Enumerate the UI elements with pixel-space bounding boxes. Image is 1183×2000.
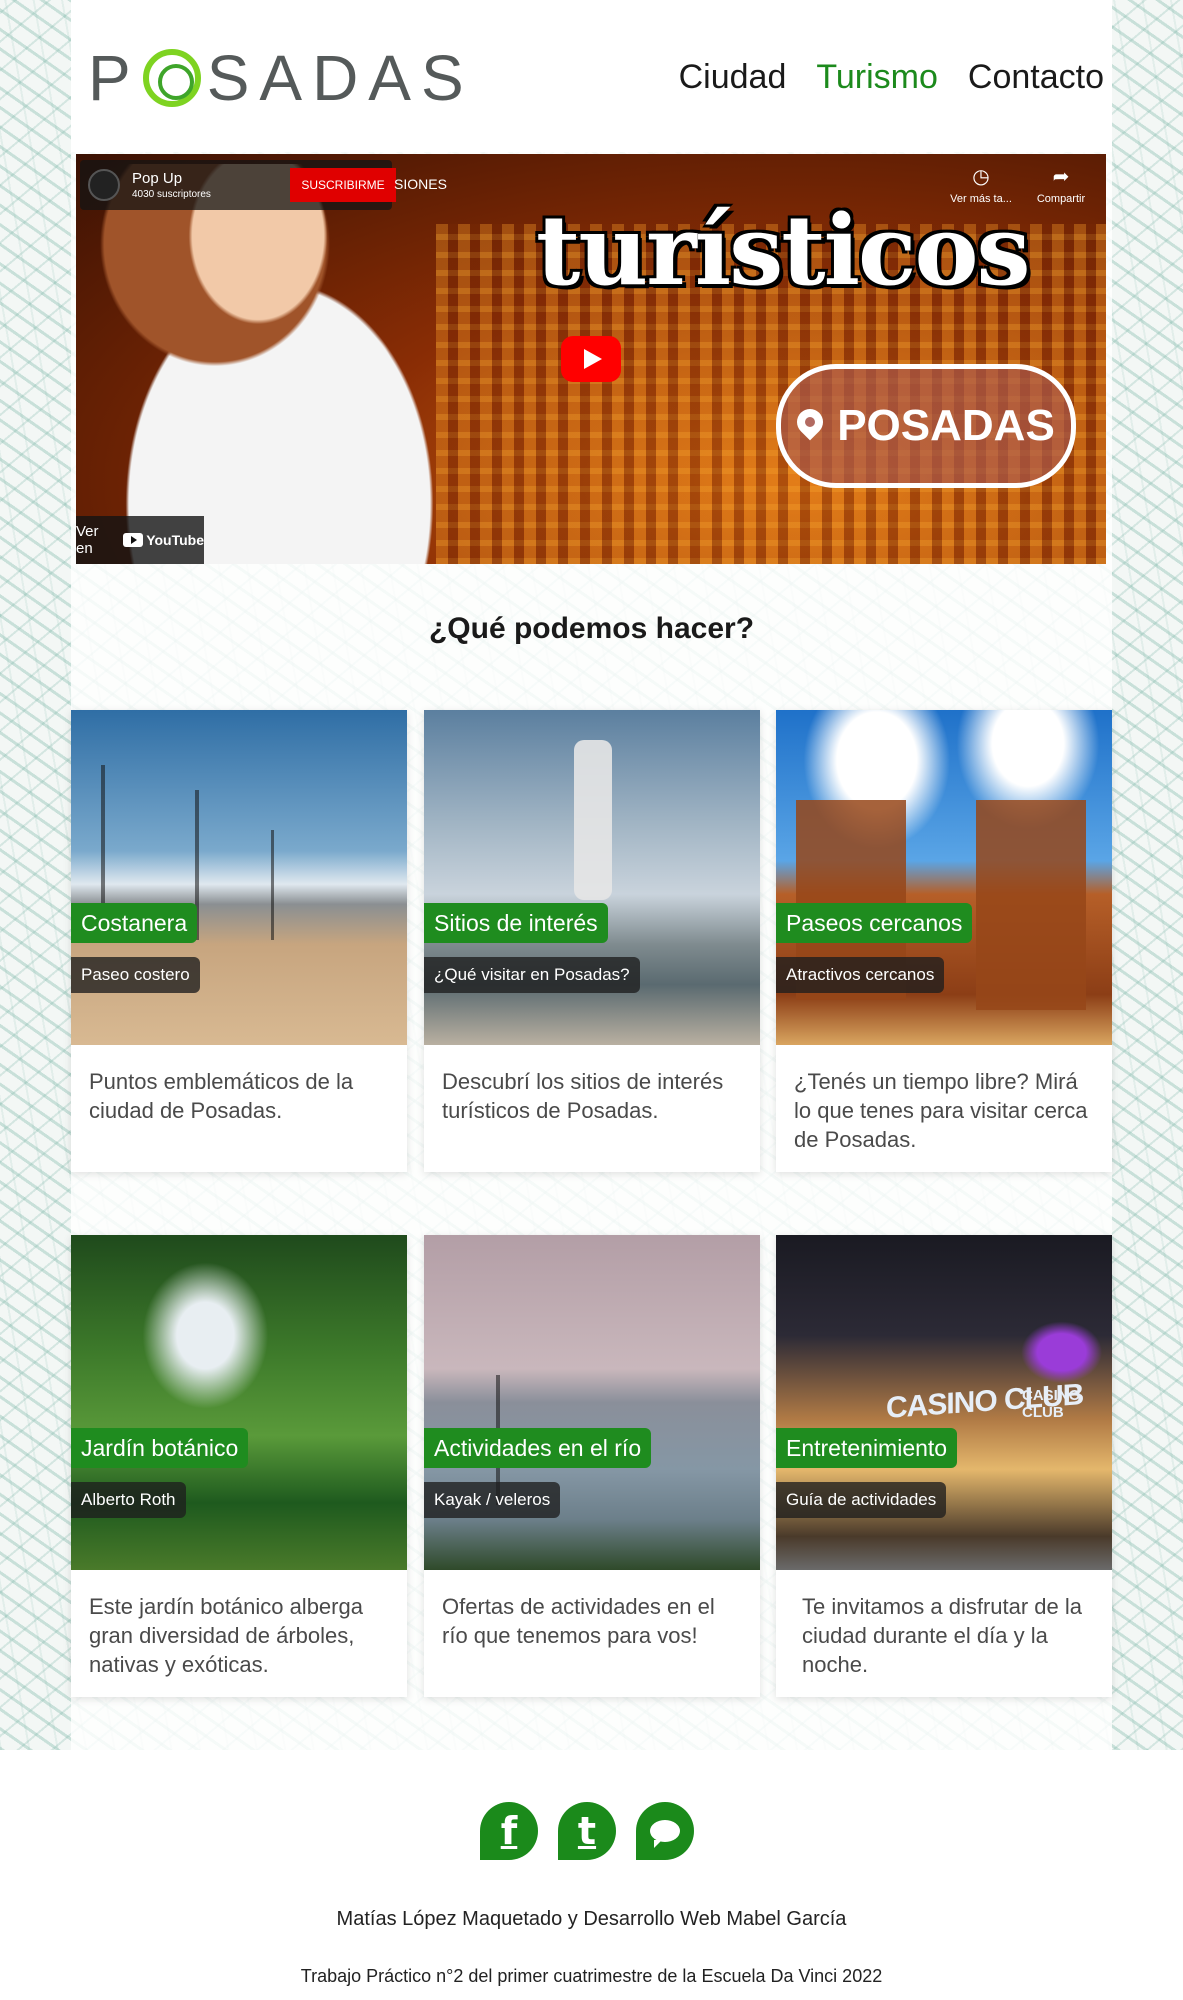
nav-item-contacto[interactable]: Contacto [968, 58, 1104, 97]
card-description: Te invitamos a disfrutar de la ciudad du… [802, 1594, 1083, 1677]
youtube-play-icon [123, 533, 144, 547]
card-subtag: Atractivos cercanos [776, 957, 945, 993]
card-description: Ofertas de actividades en el río que ten… [442, 1594, 715, 1648]
card-subtag: Alberto Roth [71, 1482, 186, 1518]
youtube-wordmark: YouTube [146, 532, 204, 548]
card-jardin-botanico[interactable]: Jardín botánico Alberto Roth Este jardín… [71, 1235, 407, 1697]
site-header: P SADAS Ciudad Turismo Contacto [71, 0, 1112, 152]
card-subtag: Guía de actividades [776, 1482, 947, 1518]
card-description: Este jardín botánico alberga gran divers… [89, 1594, 363, 1677]
card-costanera[interactable]: Costanera Paseo costero Puntos emblemáti… [71, 710, 407, 1172]
card-subtag: ¿Qué visitar en Posadas? [424, 957, 640, 993]
youtube-logo: YouTube [123, 532, 204, 548]
card-tag: Entretenimiento [776, 1428, 958, 1468]
paseos-image: Paseos cercanos Atractivos cercanos [776, 710, 1112, 1045]
card-tag: Costanera [71, 903, 198, 943]
card-description: ¿Tenés un tiempo libre? Mirá lo que tene… [794, 1069, 1088, 1152]
location-pin-icon [797, 409, 823, 443]
statue [574, 740, 612, 900]
logo-circle-icon [142, 49, 201, 107]
channel-name: Pop Up [132, 170, 183, 187]
costanera-image: Costanera Paseo costero [71, 710, 407, 1045]
nav-item-ciudad[interactable]: Ciudad [679, 58, 787, 97]
chat-bubble-icon [650, 1820, 680, 1848]
footer-note: Trabajo Práctico n°2 del primer cuatrime… [300, 1966, 883, 1986]
play-button[interactable] [561, 336, 621, 382]
section-title: ¿Qué podemos hacer? [428, 612, 755, 645]
video-presenter-image [86, 164, 516, 564]
watch-on-youtube-button[interactable]: Ver en YouTube [76, 516, 204, 564]
card-actividades-rio[interactable]: Actividades en el río Kayak / veleros Of… [424, 1235, 760, 1697]
video-location-badge: POSADAS [776, 364, 1076, 488]
card-subtag: Kayak / veleros [424, 1482, 561, 1518]
share-label: Compartir [1036, 193, 1086, 205]
video-partial-title: SIONES [394, 176, 447, 192]
casino-sign-small: CASINO CLUB [1022, 1387, 1081, 1421]
casino-image: CASINO CLUB CASINO CLUB Entretenimiento … [776, 1235, 1112, 1570]
channel-bar[interactable]: Pop Up 4030 suscriptores SUSCRIBIRME [80, 160, 396, 210]
lamp-post [271, 830, 274, 940]
footer-credits: Matías López Maquetado y Desarrollo Web … [336, 1908, 847, 1930]
share-arrow-icon: ➦ [1052, 166, 1070, 188]
twitter-icon[interactable]: t [558, 1802, 616, 1860]
subscribe-button[interactable]: SUSCRIBIRME [290, 168, 396, 202]
card-tag: Sitios de interés [424, 903, 608, 943]
main-nav: Ciudad Turismo Contacto [679, 58, 1104, 97]
watch-on-label: Ver en [76, 523, 99, 557]
logo-letter-p: P [88, 42, 141, 114]
card-entretenimiento[interactable]: CASINO CLUB CASINO CLUB Entretenimiento … [776, 1235, 1112, 1697]
card-tag: Jardín botánico [71, 1428, 249, 1468]
chat-icon[interactable] [636, 1802, 694, 1860]
card-tag: Paseos cercanos [776, 903, 973, 943]
logo-letters-sadas: SADAS [206, 42, 474, 114]
posadas-logo[interactable]: P SADAS [88, 42, 474, 114]
channel-subscribers: 4030 suscriptores [132, 189, 211, 200]
social-links: f t [480, 1802, 694, 1860]
site-footer: f t Matías López Maquetado y Desarrollo … [0, 1750, 1183, 2000]
channel-info: Pop Up 4030 suscriptores [132, 170, 211, 200]
share-button[interactable]: ➦ Compartir [1026, 164, 1096, 205]
card-description: Puntos emblemáticos de la ciudad de Posa… [89, 1069, 354, 1123]
video-badge-label: POSADAS [837, 401, 1055, 450]
clock-icon: ◷ [972, 166, 990, 188]
card-sitios-de-interes[interactable]: Sitios de interés ¿Qué visitar en Posada… [424, 710, 760, 1172]
facebook-icon[interactable]: f [480, 1802, 538, 1860]
card-description: Descubrí los sitios de interés turístico… [442, 1069, 724, 1123]
channel-avatar[interactable] [88, 169, 120, 201]
card-subtag: Paseo costero [71, 957, 200, 993]
video-headline: turísticos [536, 194, 1031, 307]
nav-item-turismo[interactable]: Turismo [816, 58, 938, 97]
watch-later-button[interactable]: ◷ Ver más ta... [946, 164, 1016, 205]
watch-later-label: Ver más ta... [950, 193, 1012, 205]
sitios-image: Sitios de interés ¿Qué visitar en Posada… [424, 710, 760, 1045]
card-paseos-cercanos[interactable]: Paseos cercanos Atractivos cercanos ¿Ten… [776, 710, 1112, 1172]
card-tag: Actividades en el río [424, 1428, 652, 1468]
jardin-image: Jardín botánico Alberto Roth [71, 1235, 407, 1570]
youtube-video-embed[interactable]: turísticos POSADAS Pop Up 4030 suscripto… [76, 154, 1106, 564]
rio-image: Actividades en el río Kayak / veleros [424, 1235, 760, 1570]
ruin-wall [976, 800, 1086, 1010]
